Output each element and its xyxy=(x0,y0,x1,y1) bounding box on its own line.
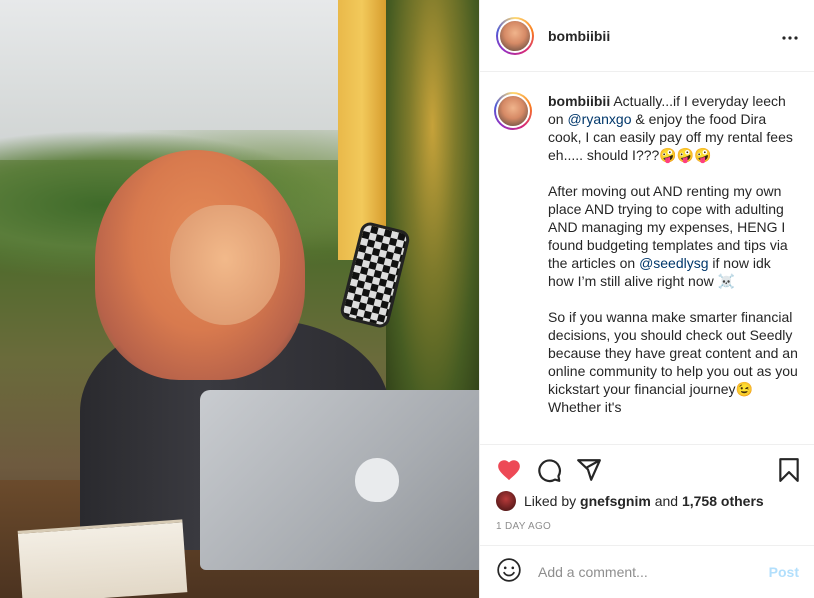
likes-prefix: Liked by xyxy=(524,493,577,509)
author-avatar[interactable] xyxy=(496,16,534,55)
action-bar xyxy=(480,444,814,492)
author-username[interactable]: bombiibii xyxy=(548,28,610,44)
mention-link[interactable]: @seedlysg xyxy=(639,255,708,271)
photo-book xyxy=(17,519,188,598)
post-comment-button[interactable]: Post xyxy=(769,564,799,580)
comment-icon[interactable] xyxy=(536,457,562,483)
likes-line: Liked by gnefsgnim and 1,758 others xyxy=(496,490,806,512)
liker-username[interactable]: gnefsgnim xyxy=(580,493,651,509)
comment-input[interactable] xyxy=(536,563,746,581)
caption-part: So if you wanna make smarter financial d… xyxy=(548,309,798,415)
likes-middle: and xyxy=(654,493,679,509)
photo-person-face xyxy=(170,205,280,325)
bookmark-icon[interactable] xyxy=(776,457,802,483)
post-header: bombiibii xyxy=(480,0,814,72)
emoji-icon[interactable] xyxy=(496,557,522,588)
more-options-icon[interactable] xyxy=(781,30,799,41)
mention-link[interactable]: @ryanxgo xyxy=(567,111,631,127)
photo-apple-logo xyxy=(355,458,399,502)
share-icon[interactable] xyxy=(576,457,602,483)
photo-laptop xyxy=(200,390,479,570)
caption-area: bombiibii Actually...if I everyday leech… xyxy=(480,72,814,444)
heart-icon[interactable] xyxy=(496,457,522,483)
caption-avatar[interactable] xyxy=(494,92,532,130)
photo-pillar xyxy=(338,0,386,260)
caption-username[interactable]: bombiibii xyxy=(548,93,610,109)
photo-plants xyxy=(386,0,479,420)
liker-avatar[interactable] xyxy=(496,491,516,511)
post-photo[interactable] xyxy=(0,0,479,598)
post-timestamp[interactable]: 1 DAY AGO xyxy=(496,521,551,532)
comment-box: Post xyxy=(480,545,814,598)
likes-count[interactable]: 1,758 others xyxy=(682,493,764,509)
caption-text: bombiibii Actually...if I everyday leech… xyxy=(548,92,798,416)
post-sidebar: bombiibii bombiibii Actually...if I ever… xyxy=(479,0,814,598)
